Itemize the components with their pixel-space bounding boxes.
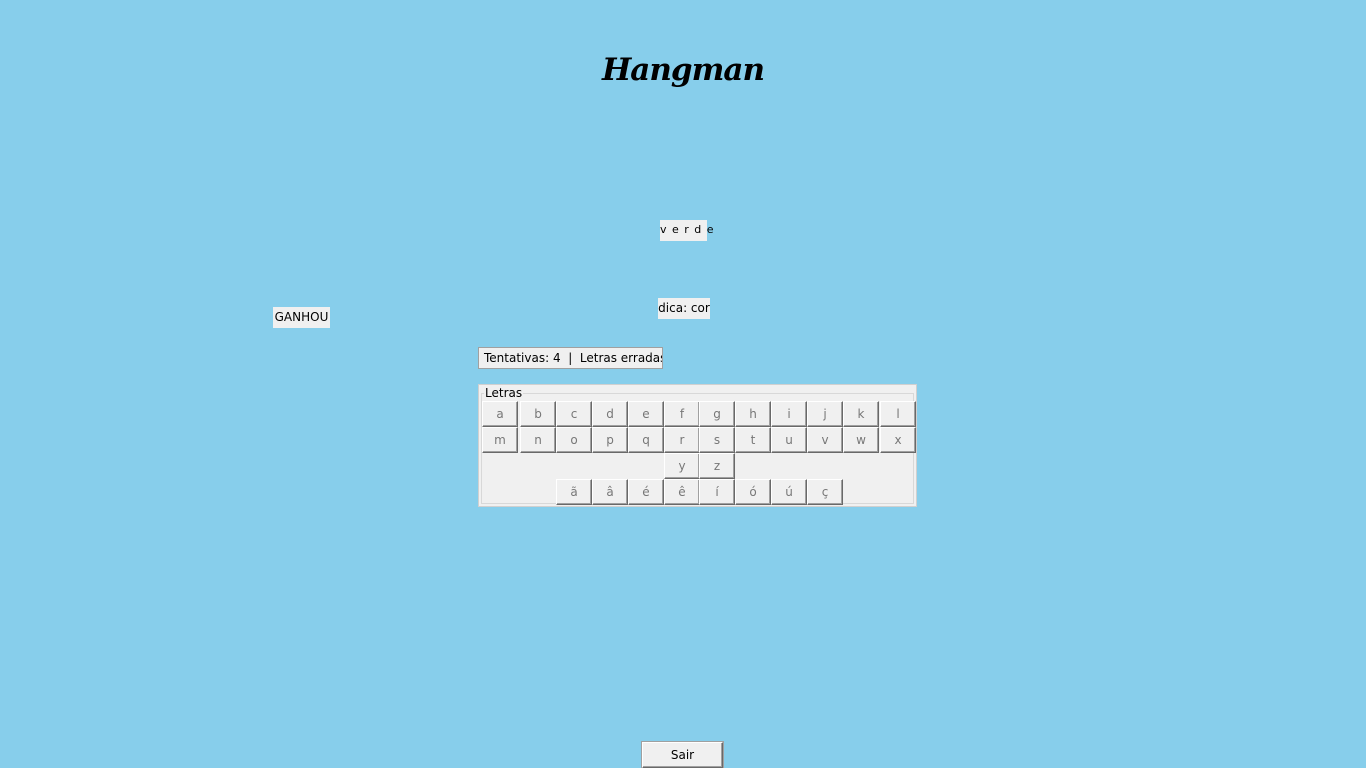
key-v[interactable]: v (807, 427, 843, 453)
key-b[interactable]: b (520, 401, 556, 427)
key-c[interactable]: c (556, 401, 592, 427)
key-w[interactable]: w (843, 427, 879, 453)
key-d[interactable]: d (592, 401, 628, 427)
key-o[interactable]: o (556, 427, 592, 453)
key-t[interactable]: t (735, 427, 771, 453)
app-title: Hangman (601, 52, 765, 88)
key-c-cedilla[interactable]: ç (807, 479, 843, 505)
key-q[interactable]: q (628, 427, 664, 453)
key-x[interactable]: x (880, 427, 916, 453)
exit-button[interactable]: Sair (642, 742, 723, 768)
key-o-acute[interactable]: ó (735, 479, 771, 505)
key-e[interactable]: e (628, 401, 664, 427)
key-u[interactable]: u (771, 427, 807, 453)
key-g[interactable]: g (699, 401, 735, 427)
key-r[interactable]: r (664, 427, 700, 453)
key-j[interactable]: j (807, 401, 843, 427)
key-f[interactable]: f (664, 401, 700, 427)
key-s[interactable]: s (699, 427, 735, 453)
key-i[interactable]: i (771, 401, 807, 427)
key-e-circumflex[interactable]: ê (664, 479, 700, 505)
key-a-tilde[interactable]: ã (556, 479, 592, 505)
key-e-acute[interactable]: é (628, 479, 664, 505)
key-a-circumflex[interactable]: â (592, 479, 628, 505)
key-m[interactable]: m (482, 427, 518, 453)
key-a[interactable]: a (482, 401, 518, 427)
key-u-acute[interactable]: ú (771, 479, 807, 505)
hint-label: dica: cor (658, 298, 710, 319)
key-h[interactable]: h (735, 401, 771, 427)
key-i-acute[interactable]: í (699, 479, 735, 505)
key-l[interactable]: l (880, 401, 916, 427)
key-p[interactable]: p (592, 427, 628, 453)
keyboard-title: Letras (484, 386, 524, 400)
key-y[interactable]: y (664, 453, 700, 479)
letters-keyboard: Letras a b c d e f g h i j k l m n o p q… (478, 384, 917, 507)
status-entry: Tentativas: 4 | Letras erradas: a ,t (478, 347, 663, 369)
key-z[interactable]: z (699, 453, 735, 479)
result-label: GANHOU (273, 307, 330, 328)
key-n[interactable]: n (520, 427, 556, 453)
key-k[interactable]: k (843, 401, 879, 427)
word-display: v e r d e (660, 220, 714, 241)
